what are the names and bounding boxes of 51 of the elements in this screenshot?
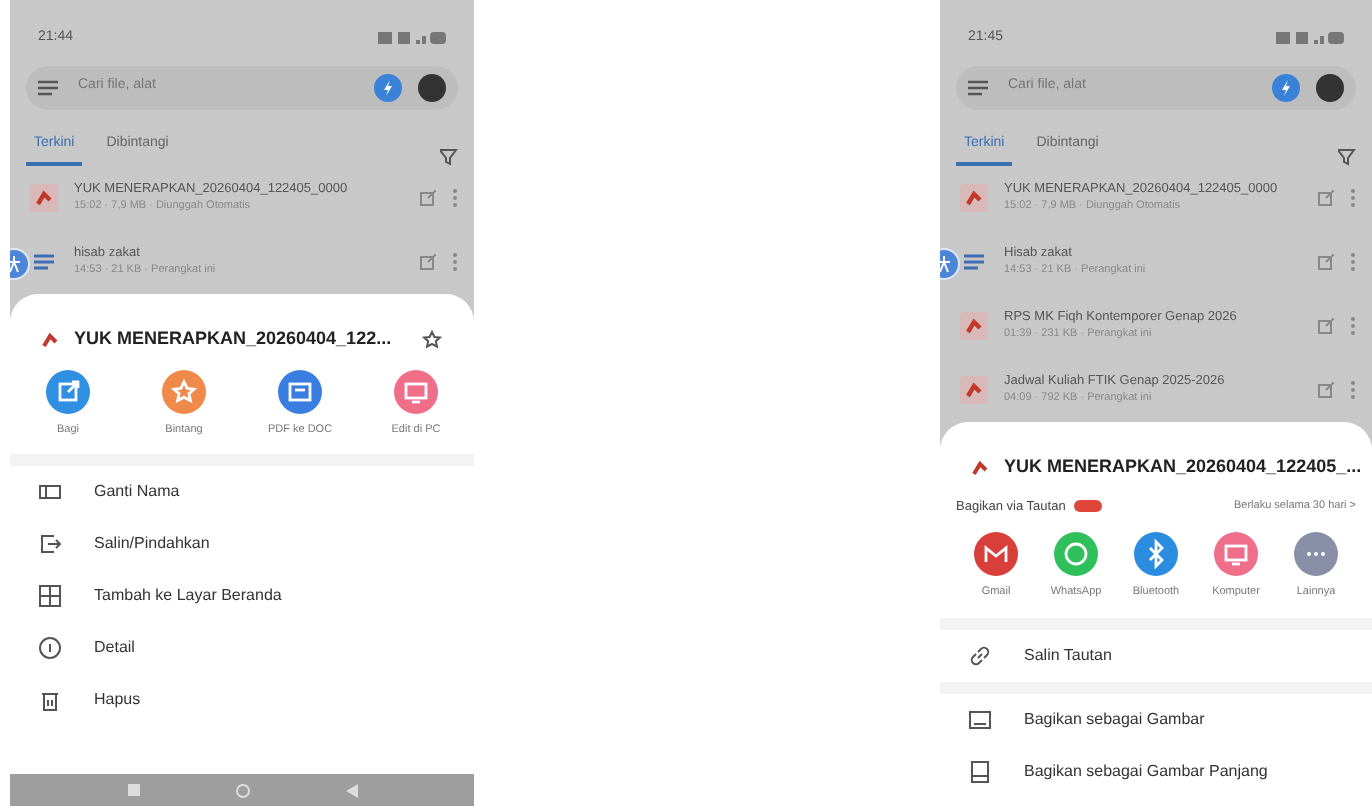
- share-icon: [420, 190, 436, 206]
- badge-icon: [1073, 500, 1102, 513]
- menu-item[interactable]: Detail: [10, 621, 474, 674]
- avatar-icon: [418, 73, 446, 101]
- filter-icon: [440, 148, 458, 166]
- back-icon: [345, 783, 357, 797]
- link-icon: [968, 643, 992, 667]
- more-icon: [1350, 380, 1356, 400]
- menu-icon: [38, 79, 58, 95]
- menu-item[interactable]: Bagikan sebagai Gambar Panjang: [940, 745, 1372, 797]
- pdf-file-icon: [960, 376, 988, 404]
- avatar-icon: [1316, 73, 1344, 101]
- pdf-file-icon: [960, 312, 988, 340]
- share-icon: [420, 254, 436, 270]
- status-icons-drawing: [1276, 30, 1344, 47]
- menu-icon: [968, 79, 988, 95]
- square-icon: [127, 784, 139, 796]
- image-icon: [968, 707, 992, 731]
- sheet-title: YUK MENERAPKAN_20260404_122405_...: [1004, 454, 1362, 480]
- pdf-file-icon: [30, 184, 58, 212]
- rename-icon: [38, 479, 62, 504]
- menu-item[interactable]: Bagikan sebagai Gambar: [940, 693, 1372, 745]
- pdf-file-icon: [960, 184, 988, 212]
- lightning-icon: [374, 73, 402, 101]
- menu-item[interactable]: Hapus: [10, 673, 474, 726]
- menu-item[interactable]: Salin Tautan: [940, 629, 1372, 681]
- sheet-title: YUK MENERAPKAN_20260404_122...: [74, 326, 394, 352]
- share-icon: [1318, 190, 1334, 206]
- filter-icon: [1338, 148, 1356, 166]
- status-icons-drawing: [378, 30, 446, 47]
- share-icon: [1318, 382, 1334, 398]
- star-icon: [422, 329, 442, 350]
- pdf-file-icon: [972, 459, 988, 476]
- move-icon: [38, 531, 62, 556]
- menu-item[interactable]: Salin/Pindahkan: [10, 517, 474, 570]
- more-icon: [1350, 252, 1356, 272]
- more-icon: [452, 188, 458, 208]
- info-icon: [38, 635, 62, 660]
- lightning-icon: [1272, 73, 1300, 101]
- pdf-file-icon: [42, 331, 58, 348]
- more-icon: [1350, 316, 1356, 336]
- more-icon: [452, 252, 458, 272]
- share-icon: [1318, 254, 1334, 270]
- menu-item[interactable]: Tambah ke Layar Beranda: [10, 569, 474, 622]
- more-icon: [1350, 188, 1356, 208]
- trash-icon: [38, 687, 62, 712]
- menu-item[interactable]: Ganti Nama: [10, 465, 474, 518]
- add-icon: [38, 583, 62, 608]
- share-icon: [1318, 318, 1334, 334]
- long-image-icon: [968, 759, 992, 783]
- circle-icon: [235, 783, 249, 797]
